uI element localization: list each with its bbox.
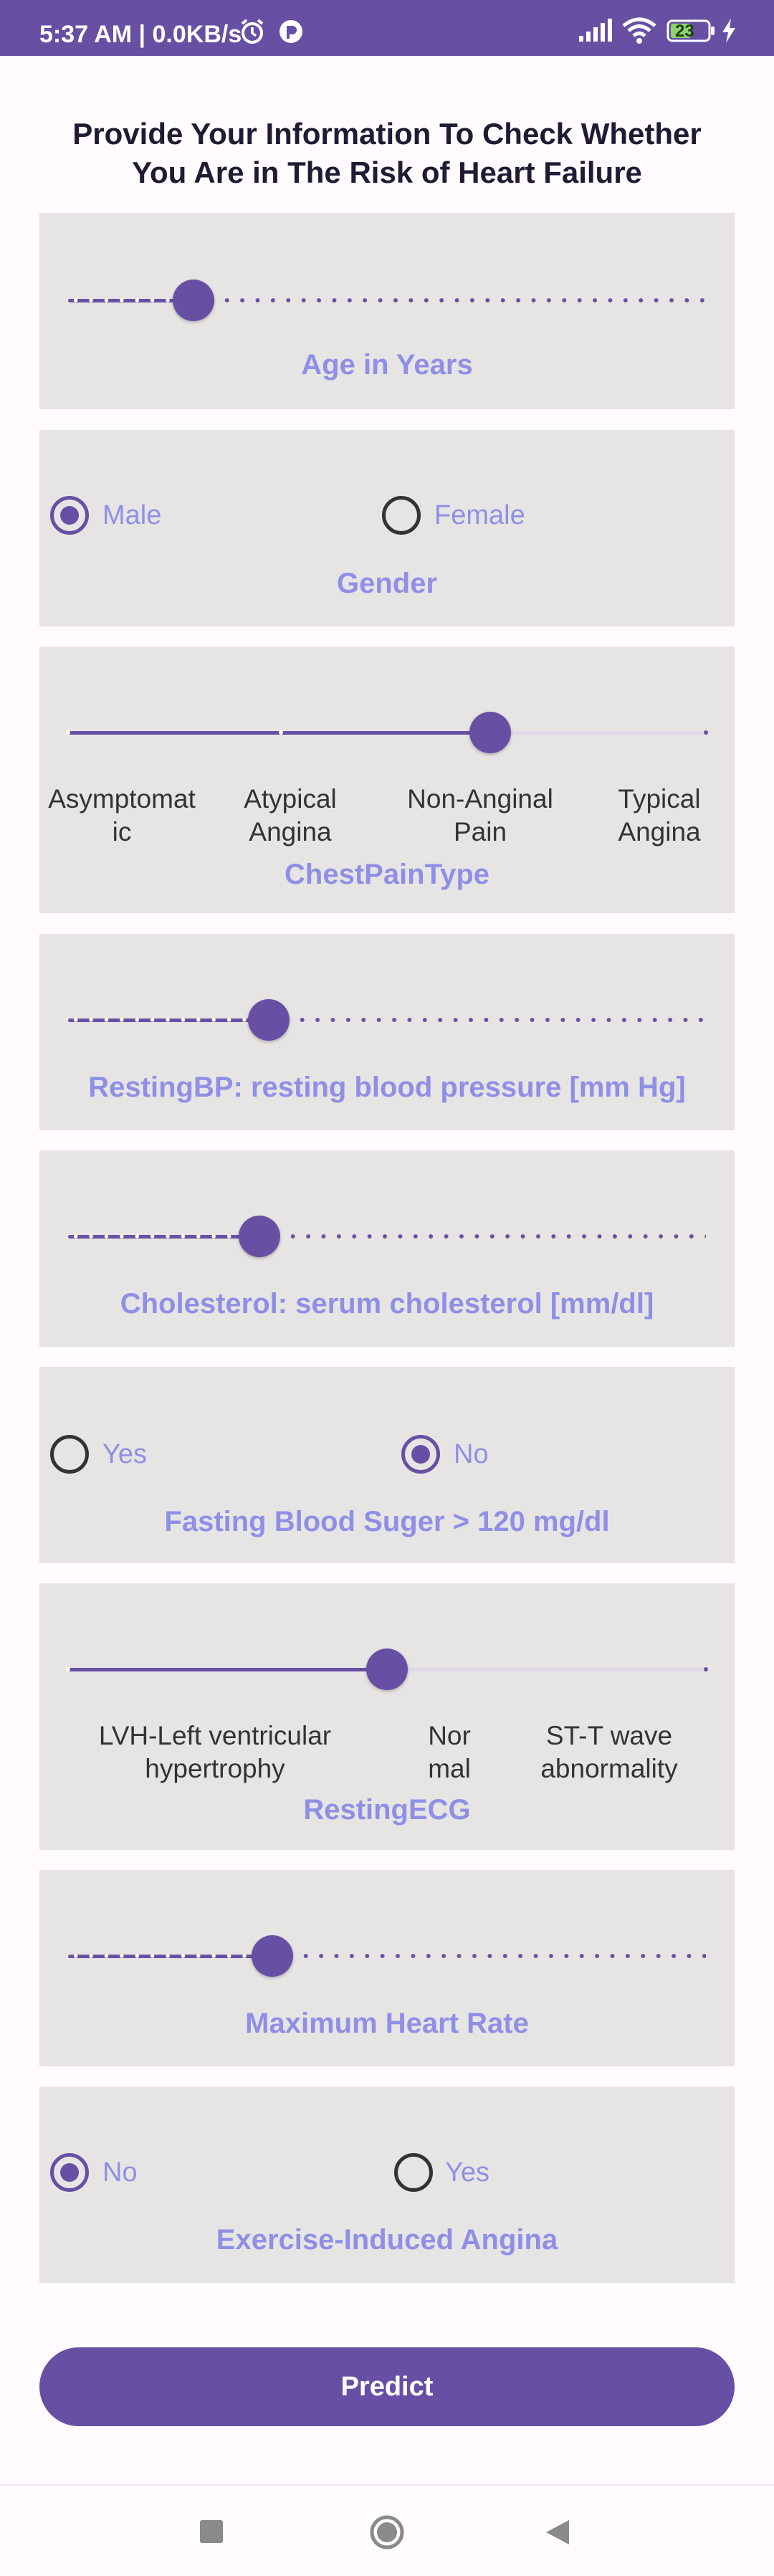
- fasting-bs-card: Yes No Fasting Blood Suger > 120 mg/dl: [39, 1367, 735, 1563]
- battery-level: 23: [675, 22, 694, 41]
- home-circle-icon[interactable]: [369, 2514, 405, 2554]
- predict-button[interactable]: Predict: [39, 2347, 735, 2426]
- resting-ecg-slider-thumb[interactable]: [366, 1649, 408, 1690]
- resting-bp-slider-thumb[interactable]: [248, 999, 290, 1041]
- fasting-bs-yes-label[interactable]: Yes: [102, 1435, 147, 1474]
- app-notification-icon: [278, 19, 304, 48]
- chest-pain-slider-thumb[interactable]: [469, 712, 511, 753]
- resting-bp-card: RestingBP: resting blood pressure [mm Hg…: [39, 934, 735, 1130]
- chest-pain-option-non-anginal: Non-Anginal Pain: [407, 784, 553, 846]
- resting-ecg-card: LVH-Left ventricular hypertrophy Nor mal…: [39, 1583, 735, 1850]
- exercise-angina-card: No Yes Exercise-Induced Angina: [39, 2086, 735, 2283]
- max-hr-slider-thumb[interactable]: [252, 1935, 293, 1977]
- wifi-icon: [622, 17, 656, 48]
- status-bar: 5:37 AM | 0.0KB/s 23: [0, 0, 774, 56]
- navigation-bar: [0, 2484, 774, 2576]
- back-triangle-icon[interactable]: [545, 2519, 570, 2549]
- exercise-angina-no-label[interactable]: No: [102, 2153, 138, 2192]
- gender-card: Male Female Gender: [39, 430, 735, 626]
- gender-female-radio[interactable]: [382, 496, 421, 535]
- age-label: Age in Years: [301, 349, 473, 381]
- resting-ecg-option-st-t: ST-T wave abnormality: [540, 1721, 678, 1783]
- alarm-icon: [238, 17, 267, 49]
- signal-icon: [578, 19, 613, 47]
- fasting-bs-no-label[interactable]: No: [454, 1435, 489, 1474]
- cholesterol-slider[interactable]: [68, 1207, 706, 1264]
- max-hr-slider[interactable]: [68, 1927, 706, 1984]
- page-title: Provide Your Information To Check Whethe…: [72, 117, 702, 189]
- chest-pain-card: Asymptomat ic Atypical Angina Non-Angina…: [39, 647, 735, 913]
- age-slider-thumb[interactable]: [173, 280, 214, 321]
- resting-ecg-label: RestingECG: [303, 1794, 471, 1826]
- exercise-angina-no-radio[interactable]: [50, 2153, 89, 2192]
- resting-ecg-option-lvh: LVH-Left ventricular hypertrophy: [98, 1721, 332, 1783]
- max-hr-card: Maximum Heart Rate: [39, 1870, 735, 2066]
- chest-pain-option-typical: Typical Angina: [618, 784, 701, 846]
- chest-pain-option-atypical: Atypical Angina: [244, 784, 337, 846]
- resting-bp-slider[interactable]: [68, 991, 706, 1048]
- gender-label: Gender: [336, 568, 438, 599]
- resting-ecg-slider[interactable]: [66, 1640, 708, 1697]
- resting-bp-label: RestingBP: resting blood pressure [mm Hg…: [88, 1072, 686, 1103]
- chest-pain-label: ChestPainType: [285, 859, 489, 890]
- charging-icon: [721, 19, 737, 47]
- fasting-bs-no-radio[interactable]: [401, 1435, 440, 1474]
- status-time: 5:37 AM | 0.0KB/s: [39, 21, 242, 48]
- resting-ecg-option-normal: Nor mal: [428, 1721, 471, 1783]
- gender-female-label[interactable]: Female: [434, 496, 525, 535]
- age-card: Age in Years: [39, 213, 735, 409]
- max-hr-label: Maximum Heart Rate: [245, 2008, 529, 2039]
- age-slider[interactable]: [68, 271, 706, 328]
- gender-male-label[interactable]: Male: [102, 496, 161, 535]
- exercise-angina-label: Exercise-Induced Angina: [216, 2224, 558, 2256]
- exercise-angina-yes-label[interactable]: Yes: [445, 2153, 489, 2192]
- recents-square-icon[interactable]: [199, 2519, 224, 2548]
- cholesterol-slider-thumb[interactable]: [239, 1216, 280, 1257]
- gender-male-radio[interactable]: [50, 496, 89, 535]
- chest-pain-option-asymptomatic: Asymptomat ic: [48, 784, 196, 846]
- cholesterol-label: Cholesterol: serum cholesterol [mm/dl]: [120, 1288, 654, 1320]
- chest-pain-slider[interactable]: [66, 703, 708, 760]
- exercise-angina-yes-radio[interactable]: [394, 2153, 433, 2192]
- fasting-bs-label: Fasting Blood Suger > 120 mg/dl: [164, 1506, 610, 1537]
- cholesterol-card: Cholesterol: serum cholesterol [mm/dl]: [39, 1150, 735, 1347]
- fasting-bs-yes-radio[interactable]: [50, 1435, 89, 1474]
